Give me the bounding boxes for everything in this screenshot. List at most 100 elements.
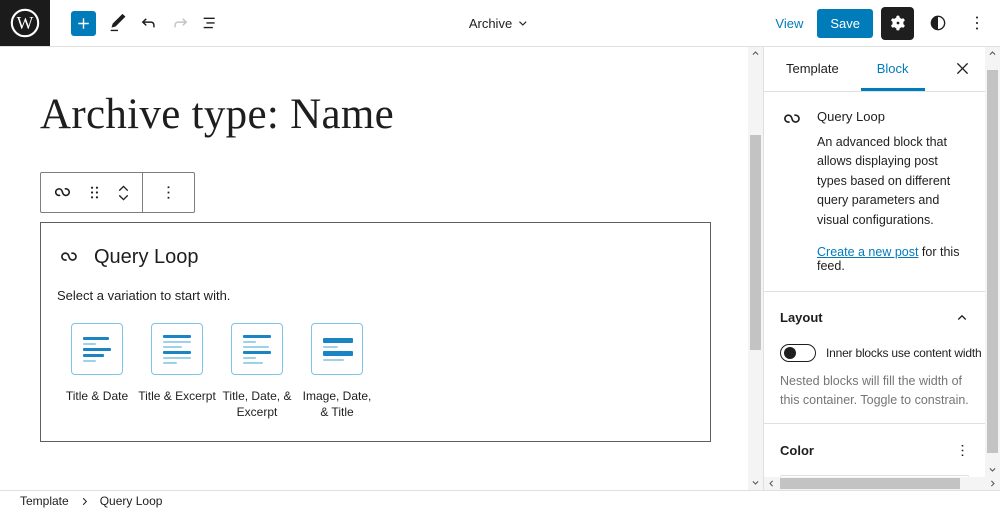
top-bar: W Archive View Save [0, 0, 1000, 47]
move-down-button[interactable] [115, 191, 132, 204]
more-vertical-icon [961, 444, 963, 456]
more-vertical-icon [975, 16, 978, 30]
block-options-button[interactable] [148, 173, 189, 212]
block-toolbar-group [41, 173, 142, 212]
block-card-description: An advanced block that allows displaying… [817, 135, 951, 227]
breadcrumb-bar: Template Query Loop [0, 490, 1000, 511]
scrollbar-thumb[interactable] [750, 135, 761, 350]
placeholder-title: Query Loop [94, 245, 199, 268]
color-options-button[interactable] [949, 437, 975, 463]
breadcrumb-template[interactable]: Template [20, 494, 69, 508]
close-icon [956, 62, 968, 75]
sidebar-tabs: Template Block [764, 46, 985, 92]
color-panel-title: Color [780, 442, 814, 458]
tab-block[interactable]: Block [861, 46, 925, 91]
content-width-toggle[interactable] [780, 343, 816, 362]
tab-template[interactable]: Template [770, 46, 855, 91]
block-card-link-line: Create a new post for this feed. [817, 245, 969, 273]
canvas-scrollbar[interactable] [748, 46, 763, 490]
query-loop-icon [780, 107, 804, 273]
block-card-title: Query Loop [817, 109, 885, 124]
scroll-left-arrow[interactable] [764, 477, 779, 490]
title-date-icon [71, 323, 123, 375]
title-excerpt-icon [151, 323, 203, 375]
list-view-button[interactable] [195, 8, 226, 39]
list-view-icon [203, 17, 215, 29]
save-button[interactable]: Save [817, 8, 873, 38]
variation-title-date[interactable]: Title & Date [57, 323, 137, 420]
layout-help-text: Nested blocks will fill the width of thi… [780, 373, 969, 407]
contrast-icon [930, 15, 945, 31]
content-width-toggle-row: Inner blocks use content width [780, 343, 982, 362]
placeholder-instruction: Select a variation to start with. [57, 288, 231, 303]
gear-icon [890, 15, 905, 31]
redo-icon [173, 18, 187, 28]
svg-text:W: W [17, 13, 34, 33]
wordpress-icon: W [10, 8, 40, 38]
block-type-button[interactable] [46, 173, 79, 212]
breadcrumb-query-loop: Query Loop [99, 494, 163, 508]
options-menu-button[interactable] [961, 8, 992, 39]
image-date-title-icon [311, 323, 363, 375]
view-button[interactable]: View [769, 16, 809, 31]
redo-button[interactable] [164, 8, 195, 39]
block-toolbar [40, 172, 195, 213]
scroll-right-arrow[interactable] [985, 477, 1000, 490]
block-movers [110, 173, 137, 212]
variation-label: Title & Date [65, 389, 129, 403]
wordpress-logo[interactable]: W [0, 0, 50, 46]
scrollbar-thumb[interactable] [780, 478, 960, 489]
block-inserter-button[interactable] [71, 10, 96, 36]
scroll-down-arrow[interactable] [985, 462, 1000, 477]
scroll-up-arrow[interactable] [748, 46, 763, 61]
color-panel: Color Text [764, 423, 985, 477]
plus-icon [78, 17, 89, 29]
site-editor: W Archive View Save Archive type: Name Q… [0, 0, 1000, 511]
layout-panel-header[interactable]: Layout [780, 305, 975, 331]
scroll-up-arrow[interactable] [985, 46, 1000, 61]
close-sidebar-button[interactable] [947, 54, 977, 84]
variation-label: Image, Date, & Title [302, 389, 372, 420]
toggle-label: Inner blocks use content width [826, 345, 982, 360]
block-card: Query Loop An advanced block that allows… [764, 92, 985, 291]
document-title: Archive [468, 15, 513, 31]
undo-icon [141, 18, 155, 28]
variation-image-date-title[interactable]: Image, Date, & Title [297, 323, 377, 420]
chevron-down-icon [519, 21, 527, 26]
variation-title-excerpt[interactable]: Title & Excerpt [137, 323, 217, 420]
collapse-panel-button[interactable] [949, 305, 975, 331]
block-card-body: Query Loop An advanced block that allows… [817, 109, 969, 273]
editor-tools [102, 8, 226, 39]
layout-panel-title: Layout [780, 310, 823, 326]
sidebar-horizontal-scrollbar[interactable] [764, 477, 1000, 490]
variation-label: Title, Date, & Excerpt [222, 389, 292, 420]
sidebar-content: Template Block Query Loop An advanced bl… [764, 46, 985, 477]
undo-button[interactable] [133, 8, 164, 39]
query-loop-icon [54, 188, 70, 197]
drag-handle[interactable] [79, 173, 110, 212]
query-loop-placeholder: Query Loop Select a variation to start w… [40, 222, 711, 442]
scroll-down-arrow[interactable] [748, 475, 763, 490]
document-switcher[interactable]: Archive [469, 0, 531, 46]
placeholder-title-row: Query Loop [57, 245, 694, 269]
tools-button[interactable] [102, 8, 133, 39]
chevron-up-icon [957, 314, 967, 320]
variation-title-date-excerpt[interactable]: Title, Date, & Excerpt [217, 323, 297, 420]
styles-button[interactable] [922, 8, 953, 39]
scrollbar-thumb[interactable] [987, 70, 998, 453]
title-date-excerpt-icon [231, 323, 283, 375]
settings-button[interactable] [881, 6, 914, 40]
query-loop-icon [61, 252, 77, 261]
create-new-post-link[interactable]: Create a new post [817, 245, 918, 259]
color-panel-header: Color [780, 437, 975, 463]
more-vertical-icon [167, 186, 170, 199]
chevron-right-icon [78, 495, 91, 508]
sidebar-vertical-scrollbar[interactable] [985, 46, 1000, 477]
block-toolbar-group [142, 173, 194, 212]
variation-list: Title & Date Title & Excerpt Title, Date… [57, 323, 694, 420]
toggle-knob [784, 346, 796, 359]
layout-panel: Layout Inner blocks use content width Ne… [764, 290, 985, 424]
settings-sidebar: Template Block Query Loop An advanced bl… [763, 46, 1000, 490]
drag-handle-icon [90, 186, 99, 199]
page-title[interactable]: Archive type: Name [40, 90, 394, 139]
